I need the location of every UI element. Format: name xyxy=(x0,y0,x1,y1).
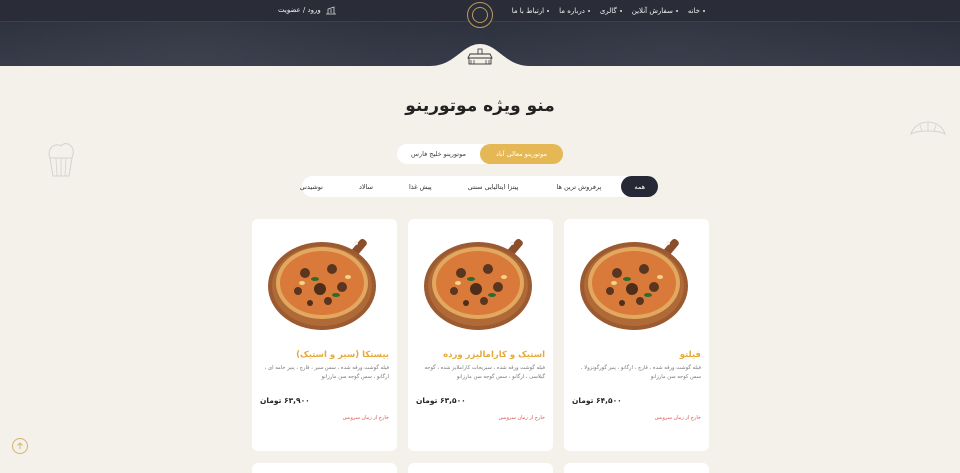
product-name: فیلتو xyxy=(679,350,701,360)
main-nav: خانه سفارش آنلاین گالری درباره ما ارتباط… xyxy=(512,5,705,17)
tab-salad[interactable]: سالاد xyxy=(341,176,391,197)
tab-all[interactable]: همه xyxy=(621,176,658,197)
product-description: فیله گوشت ورقه شده ، سس سیر ، قارچ ، پنی… xyxy=(264,365,389,380)
bullet-icon xyxy=(619,10,622,12)
page-title: منو ویژه موتورینو xyxy=(405,96,555,116)
bullet-icon xyxy=(675,10,678,12)
nav-item-contact[interactable]: ارتباط با ما xyxy=(511,7,550,15)
login-button[interactable]: ورود / عضویت xyxy=(278,5,337,15)
product-status: خارج از زمان سرویس xyxy=(342,415,389,421)
tab-italian-pizza[interactable]: پیتزا ایتالیایی سنتی xyxy=(450,176,537,197)
nav-label: خانه xyxy=(687,7,700,15)
product-card[interactable] xyxy=(564,463,709,473)
nav-label: گالری xyxy=(599,7,617,15)
nav-item-gallery[interactable]: گالری xyxy=(600,7,622,15)
pizza-image xyxy=(424,237,532,330)
nav-item-about[interactable]: درباره ما xyxy=(559,7,590,15)
pizza-image xyxy=(580,237,688,330)
bullet-icon xyxy=(703,10,705,12)
bullet-icon xyxy=(547,10,550,12)
product-card[interactable]: بیستکا (سیر و استیک) فیله گوشت ورقه شده … xyxy=(252,219,397,451)
login-label: ورود / عضویت xyxy=(278,6,321,14)
tab-drinks[interactable]: نوشیدنی xyxy=(282,176,341,197)
user-sign-icon xyxy=(325,6,336,15)
product-price: ۶۳,۵۰۰ تومان xyxy=(416,396,466,405)
branch-switcher: موتورینو معالی آباد موتورینو خلیج فارس xyxy=(397,144,563,164)
branch-tab-khalij-fars[interactable]: موتورینو خلیج فارس xyxy=(397,144,480,164)
product-status: خارج از زمان سرویس xyxy=(498,415,545,421)
product-price: ۶۳,۹۰۰ تومان xyxy=(260,396,310,405)
product-description: فیله گوشت ورقه شده ، سبزیجات کاراملایز ش… xyxy=(424,365,545,380)
arrow-up-icon xyxy=(17,442,23,449)
croissant-icon xyxy=(910,121,946,136)
product-card[interactable] xyxy=(408,463,553,473)
site-logo[interactable] xyxy=(467,2,493,28)
logo-emblem xyxy=(472,7,488,23)
product-description: فیله گوشت ورقه شده ، قارچ ، ارگانو ، پنی… xyxy=(580,365,701,380)
nav-label: ارتباط با ما xyxy=(511,7,545,15)
site-header: خانه سفارش آنلاین گالری درباره ما ارتباط… xyxy=(0,0,960,74)
product-price: ۶۴,۵۰۰ تومان xyxy=(572,396,622,405)
nav-label: درباره ما xyxy=(559,7,585,15)
tab-appetizer[interactable]: پیش غذا xyxy=(391,176,450,197)
cupcake-icon xyxy=(48,143,74,177)
product-name: بیستکا (سیر و استیک) xyxy=(296,350,389,360)
nav-label: سفارش آنلاین xyxy=(631,7,673,15)
category-tabs: همه پرفروش ترین ها پیتزا ایتالیایی سنتی … xyxy=(300,176,658,197)
product-card[interactable] xyxy=(252,463,397,473)
nav-item-home[interactable]: خانه xyxy=(688,7,705,15)
product-card[interactable]: فیلتو فیله گوشت ورقه شده ، قارچ ، ارگانو… xyxy=(564,219,709,451)
product-card[interactable]: استیک و کارامالیزر ورده فیله گوشت ورقه ش… xyxy=(408,219,553,451)
pizza-image xyxy=(268,237,376,330)
product-name: استیک و کارامالیزر ورده xyxy=(443,350,545,360)
nav-item-online-order[interactable]: سفارش آنلاین xyxy=(632,7,678,15)
branch-tab-maaliabad[interactable]: موتورینو معالی آباد xyxy=(480,144,563,164)
product-status: خارج از زمان سرویس xyxy=(654,415,701,421)
tab-best-sellers[interactable]: پرفروش ترین ها xyxy=(536,176,621,197)
header-hump xyxy=(430,44,530,74)
bullet-icon xyxy=(587,10,590,12)
scroll-to-top-button[interactable] xyxy=(12,438,28,454)
